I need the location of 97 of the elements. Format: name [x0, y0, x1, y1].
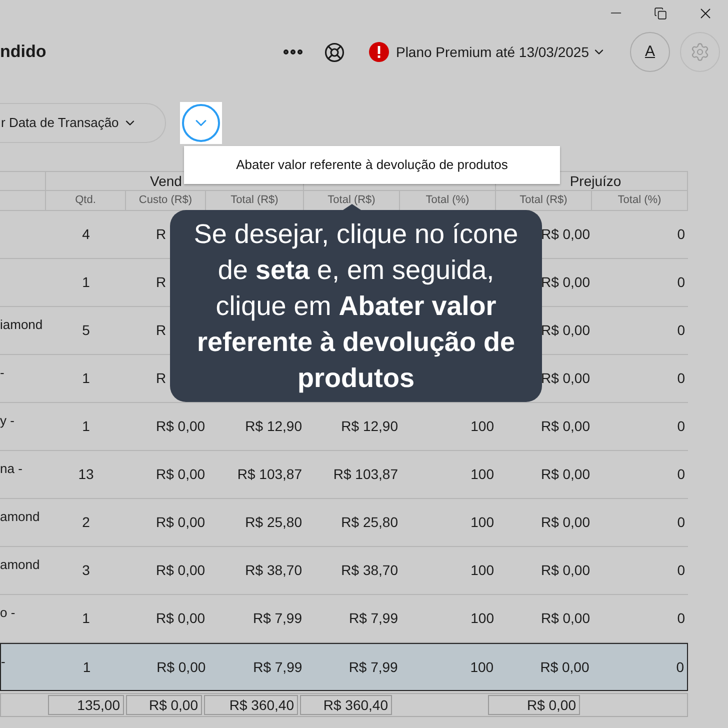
table-cell-text: R$ 103,87 [237, 465, 302, 484]
restore-icon[interactable] [654, 6, 667, 20]
total-cell: 135,00 [48, 695, 124, 715]
plan-dropdown[interactable]: Plano Premium até 13/03/2025 [396, 42, 606, 62]
table-cell-text: R$ 12,90 [341, 417, 398, 436]
table-cell-text: 0 [677, 513, 685, 532]
column-header[interactable]: Total (R$) [328, 192, 376, 209]
table-cell-text: R$ 38,70 [341, 561, 398, 580]
table-cell-text: R [156, 321, 166, 340]
table-cell-text: 3 [82, 561, 90, 580]
product-name: y - [0, 413, 14, 428]
table-cell-text: 0 [677, 225, 685, 244]
page-title: ndido [0, 41, 46, 64]
table-cell-text: R$ 0,00 [540, 225, 590, 244]
tooltip: Se desejar, clique no ícone de seta e, em seguida, clique em Abater valor referente à devolução de produtos [170, 210, 542, 402]
table-cell-text: R$ 0,00 [540, 609, 590, 628]
table-row[interactable]: y - 1 R$ 0,00 R$ 12,90 R$ 12,90 100 R$ 0,00 0 [0, 403, 688, 451]
table-cell-text: R$ 0,00 [156, 465, 206, 484]
table-cell-text: 100 [470, 609, 494, 628]
table-cell-text: R$ 7,99 [348, 658, 398, 676]
column-header[interactable]: Total (%) [426, 192, 470, 209]
table-row[interactable]: amond 3 R$ 0,00 R$ 38,70 R$ 38,70 100 R$ 0,00 0 [0, 547, 688, 595]
table-cell-text: R [156, 225, 166, 244]
account-button[interactable]: A [630, 32, 670, 72]
table-cell-text: 0 [677, 417, 685, 436]
column-header[interactable]: Total (R$) [520, 192, 568, 209]
alert-icon [368, 42, 389, 62]
table-row[interactable]: amond 2 R$ 0,00 R$ 25,80 R$ 25,80 100 R$ 0,00 0 [0, 499, 688, 547]
table-cell-text: R$ 7,99 [252, 609, 302, 628]
table-cell-text: R$ 12,90 [245, 417, 302, 436]
table-cell-text: R$ 0,00 [540, 369, 590, 388]
table-cell-text: 0 [677, 609, 685, 628]
table-cell-text: 100 [470, 561, 494, 580]
table-cell-text: R$ 0,00 [540, 417, 590, 436]
table-cell-text: 0 [677, 273, 685, 292]
table-cell-text: 100 [470, 465, 494, 484]
table-cell-text: 1 [82, 609, 90, 628]
table-cell-text: R$ 7,99 [348, 609, 398, 628]
product-name: na - [0, 461, 22, 476]
table-cell-text: R$ 0,00 [156, 513, 206, 532]
table-cell-text: 1 [82, 369, 90, 388]
expand-button[interactable] [180, 102, 222, 144]
settings-icon [690, 42, 710, 62]
table-row[interactable]: na - 13 R$ 0,00 R$ 103,87 R$ 103,87 100 R$ 0,00 0 [0, 451, 688, 499]
product-name: - [1, 654, 6, 669]
table-cell-text: R$ 0,00 [540, 513, 590, 532]
table-row[interactable]: - 1 R$ 0,00 R$ 7,99 R$ 7,99 100 R$ 0,00 0 [0, 643, 688, 691]
table-cell-text: R$ 0,00 [540, 658, 590, 676]
table-cell-text: R$ 103,87 [333, 465, 398, 484]
table-cell-text: R$ 0,00 [156, 417, 206, 436]
table-cell-text: R [156, 369, 166, 388]
product-name: - [0, 365, 4, 380]
product-name: iamond [0, 317, 43, 332]
table-cell-text: 5 [82, 321, 90, 340]
table-cell-text: 2 [82, 513, 90, 532]
table-cell-text: 1 [82, 658, 91, 676]
column-group-header: Vend [150, 172, 182, 190]
filter-dropdown[interactable]: r Data de Transação [0, 103, 166, 143]
table-cell-text: 1 [82, 417, 90, 436]
table-cell-text: 0 [677, 561, 685, 580]
table-cell-text: 0 [677, 369, 685, 388]
table-cell-text: R$ 0,00 [540, 273, 590, 292]
table-cell-text: 13 [78, 465, 94, 484]
table-cell-text: R$ 7,99 [253, 658, 302, 676]
column-header[interactable]: Custo (R$) [138, 192, 192, 209]
table-cell-text: R$ 38,70 [245, 561, 302, 580]
column-header[interactable]: Total (%) [618, 192, 662, 209]
table-cell-text: R$ 0,00 [540, 561, 590, 580]
table-cell-text: 0 [676, 658, 684, 676]
column-group-header: Prejuízo [570, 172, 622, 191]
product-name: amond [0, 509, 40, 524]
column-header[interactable]: Total (R$) [230, 192, 278, 209]
table-cell-text: R$ 0,00 [156, 658, 206, 676]
table-cell-text: 1 [82, 273, 90, 292]
table-cell-text: 4 [82, 225, 90, 244]
table-cell-text: 100 [470, 417, 494, 436]
total-cell: R$ 0,00 [126, 695, 202, 715]
total-cell: R$ 360,40 [300, 695, 392, 715]
product-name: o - [0, 605, 16, 620]
table-cell-text: R$ 0,00 [540, 321, 590, 340]
table-cell-text: 100 [470, 658, 494, 676]
table-cell-text: R$ 0,00 [156, 561, 206, 580]
table-cell-text: R$ 0,00 [156, 609, 206, 628]
table-cell-text: R$ 0,00 [540, 465, 590, 484]
help-icon[interactable] [324, 42, 345, 62]
table-cell-text: 0 [677, 321, 685, 340]
total-cell: R$ 360,40 [204, 695, 298, 715]
table-cell-text: R$ 25,80 [245, 513, 302, 532]
product-name: amond [0, 557, 40, 572]
table-cell-text: R [156, 273, 166, 292]
table-cell-text: 100 [470, 513, 494, 532]
total-cell: R$ 0,00 [488, 695, 580, 715]
table-cell-text: 0 [677, 465, 685, 484]
menu-item[interactable]: Abater valor referente à devolução de produtos [236, 155, 508, 175]
tooltip-arrow [343, 204, 361, 210]
table-cell-text: R$ 25,80 [341, 513, 398, 532]
column-header[interactable]: Qtd. [75, 192, 96, 209]
